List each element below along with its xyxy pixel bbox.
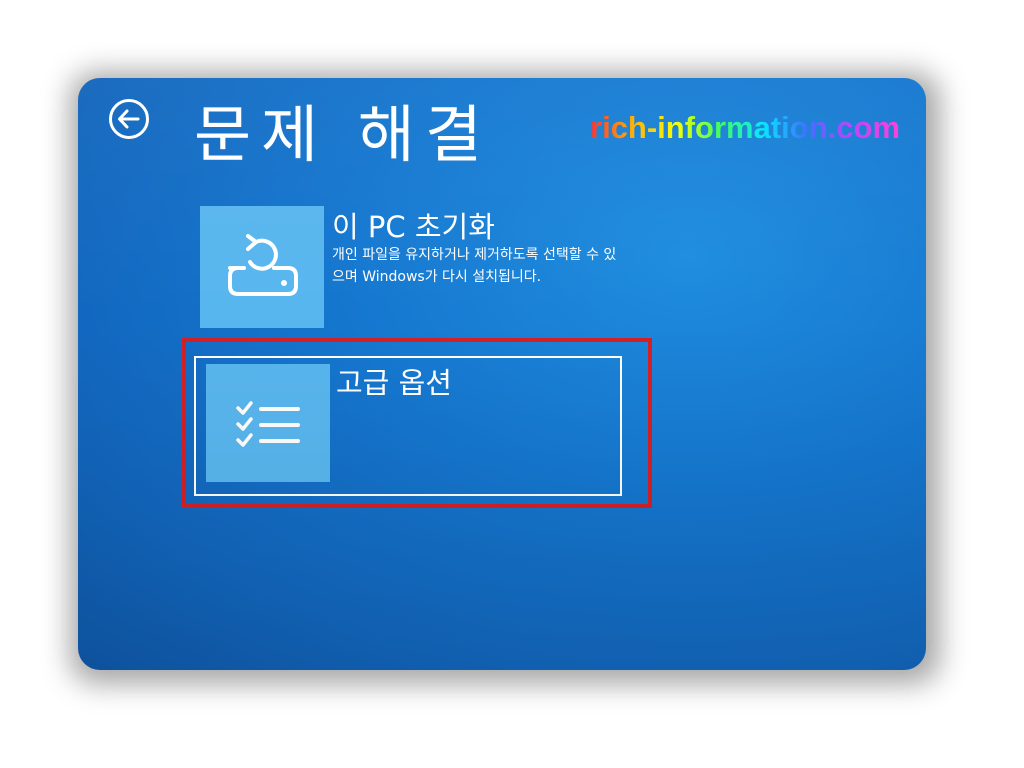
advanced-options-option[interactable]: 고급 옵션: [194, 356, 622, 496]
reset-pc-description: 개인 파일을 유지하거나 제거하도록 선택할 수 있으며 Windows가 다시…: [332, 247, 617, 285]
reset-pc-option[interactable]: 이 PC 초기화 개인 파일을 유지하거나 제거하도록 선택할 수 있으며 Wi…: [200, 204, 630, 334]
page-title: 문제 해결: [194, 98, 492, 171]
back-button[interactable]: [108, 98, 150, 140]
image-frame: 문제 해결 rich-information.com 이 PC 초기화 개인 파…: [0, 0, 1024, 768]
reset-pc-icon: [228, 234, 298, 296]
reset-pc-tile: [200, 206, 324, 328]
reset-pc-title: 이 PC 초기화: [332, 210, 495, 244]
advanced-options-title: 고급 옵션: [336, 366, 452, 400]
recovery-screen: 문제 해결 rich-information.com 이 PC 초기화 개인 파…: [78, 78, 926, 670]
advanced-options-tile: [206, 364, 330, 482]
watermark-text: rich-information.com: [590, 110, 901, 145]
checklist-icon: [236, 401, 300, 447]
back-arrow-circle-icon: [109, 99, 149, 139]
